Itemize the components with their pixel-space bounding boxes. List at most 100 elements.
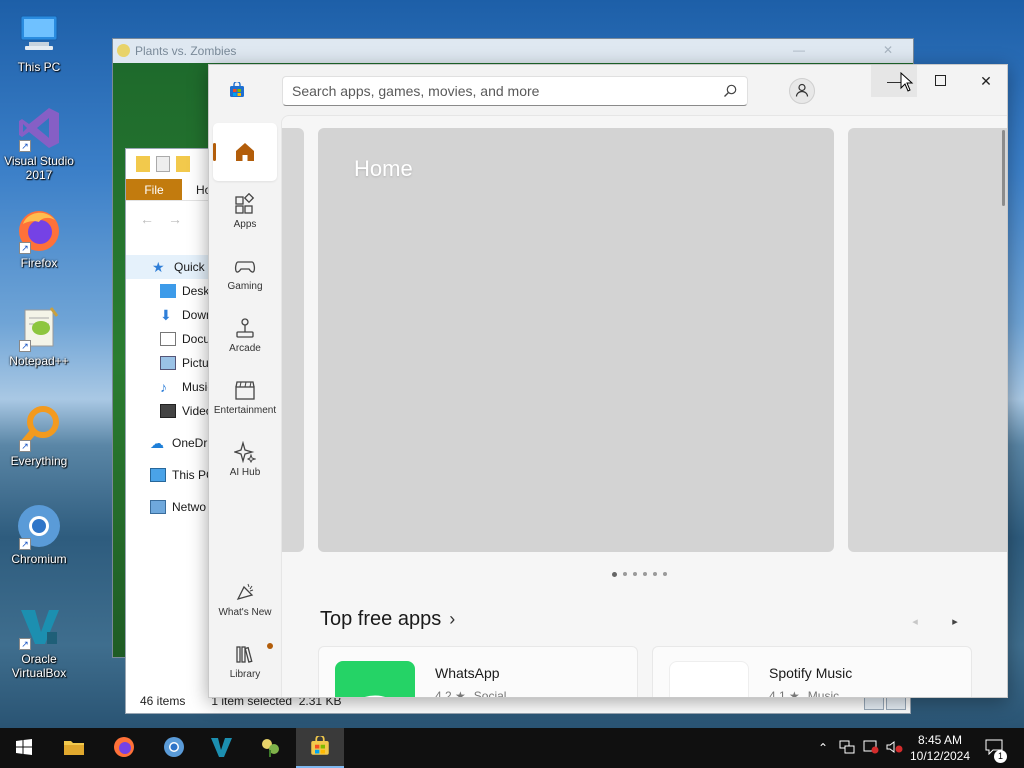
desktop-icon-everything[interactable]: ↗ Everything	[0, 404, 78, 468]
hero-carousel-next-slide[interactable]	[848, 128, 1007, 552]
carousel-dot[interactable]	[633, 572, 637, 576]
megaphone-icon	[234, 581, 256, 603]
nav-library[interactable]: Library	[213, 635, 277, 693]
carousel-dot[interactable]	[612, 572, 617, 577]
app-card-whatsapp[interactable]: WhatsApp 4.2 ★ Social	[318, 646, 638, 697]
mouse-cursor-icon	[900, 72, 914, 92]
nav-label: Entertainment	[213, 405, 277, 416]
nav-arcade[interactable]: Arcade	[213, 309, 277, 367]
shortcut-arrow-icon: ↗	[19, 242, 31, 254]
tray-security[interactable]	[860, 728, 882, 768]
windows-logo-icon	[16, 738, 32, 758]
desktop-folder-icon	[160, 284, 176, 298]
tree-item-music[interactable]: ♪ Music	[126, 375, 210, 399]
nav-entertainment[interactable]: Entertainment	[213, 371, 277, 429]
minimize-icon: —	[887, 73, 901, 89]
user-icon	[795, 83, 809, 100]
back-arrow-icon[interactable]: ←	[140, 211, 154, 227]
taskbar-virtualbox[interactable]	[198, 728, 246, 768]
shortcut-arrow-icon: ↗	[19, 638, 31, 650]
pvz-icon	[259, 736, 281, 761]
joystick-icon	[234, 317, 256, 339]
download-icon: ⬇	[160, 307, 172, 323]
firefox-icon	[113, 736, 135, 761]
store-icon	[310, 734, 330, 759]
app-card-spotify[interactable]: Spotify Music 4.1 ★ Music	[652, 646, 972, 697]
pvz-titlebar[interactable]: Plants vs. Zombies — ✕	[113, 39, 913, 63]
scroll-right-button[interactable]: ▸	[946, 612, 964, 630]
tree-item-videos[interactable]: Video	[126, 399, 210, 423]
chromium-icon: ↗	[15, 502, 63, 550]
desktop-icon-firefox[interactable]: ↗ Firefox	[0, 206, 78, 270]
account-button[interactable]	[789, 78, 815, 104]
maximize-button[interactable]	[917, 65, 963, 97]
tree-item-documents[interactable]: Docu	[126, 327, 210, 351]
microsoft-store-window[interactable]: — ✕ Apps Gaming Arcade	[208, 64, 1008, 698]
close-button[interactable]: ✕	[963, 65, 1007, 97]
taskbar-store[interactable]	[296, 728, 344, 768]
whatsapp-logo-icon	[335, 661, 415, 697]
folder-icon	[63, 738, 85, 759]
tree-item-onedrive[interactable]: ☁ OneDri	[126, 431, 210, 455]
video-icon	[160, 404, 176, 418]
store-search-box[interactable]	[282, 76, 748, 106]
nav-apps[interactable]: Apps	[213, 185, 277, 243]
desktop-icon-this-pc[interactable]: This PC	[0, 10, 78, 74]
hero-banner[interactable]: Home	[318, 128, 834, 552]
nav-label: Apps	[233, 219, 257, 230]
search-input[interactable]	[292, 83, 712, 99]
notepadpp-icon: ↗	[15, 304, 63, 352]
app-name: WhatsApp	[435, 665, 500, 681]
desktop-icon-virtualbox[interactable]: ↗ Oracle VirtualBox	[0, 602, 78, 680]
shortcut-arrow-icon: ↗	[19, 538, 31, 550]
navigation-pane: ★ Quick a Deskt ⬇ Down Docu Pictu ♪ Musi…	[126, 255, 210, 519]
nav-ai-hub[interactable]: AI Hub	[213, 433, 277, 491]
shortcut-arrow-icon: ↗	[19, 340, 31, 352]
taskbar-file-explorer[interactable]	[50, 728, 98, 768]
library-icon	[234, 643, 256, 665]
carousel-dot[interactable]	[643, 572, 647, 576]
forward-arrow-icon[interactable]: →	[168, 211, 182, 227]
content-scrollbar[interactable]	[1002, 130, 1005, 206]
start-button[interactable]	[0, 728, 48, 768]
action-center-button[interactable]: 1	[982, 728, 1007, 768]
hero-carousel-prev-slide[interactable]	[282, 128, 304, 552]
desktop-icon-visual-studio[interactable]: ↗ Visual Studio 2017	[0, 104, 78, 182]
clock-time: 8:45 AM	[917, 733, 963, 747]
desktop-icon-label: This PC	[17, 60, 61, 74]
pvz-close-button[interactable]: ✕	[883, 43, 893, 57]
store-titlebar[interactable]: — ✕	[209, 65, 1007, 115]
carousel-dot[interactable]	[623, 572, 627, 576]
tree-item-pictures[interactable]: Pictu	[126, 351, 210, 375]
taskbar-pvz[interactable]	[246, 728, 294, 768]
tray-network[interactable]	[836, 728, 858, 768]
store-content: Home Top free apps › ◂ ▸ WhatsApp 4.2 ★ S…	[281, 115, 1007, 697]
app-meta: 4.2 ★ Social	[435, 689, 507, 697]
taskbar-firefox[interactable]	[100, 728, 148, 768]
desktop-icon-notepadpp[interactable]: ↗ Notepad++	[0, 304, 78, 368]
show-hidden-icons-button[interactable]: ⌃	[814, 728, 832, 768]
pvz-minimize-button[interactable]: —	[793, 43, 805, 57]
search-icon[interactable]	[723, 84, 737, 98]
tree-item-quick-access[interactable]: ★ Quick a	[126, 255, 210, 279]
scroll-left-button[interactable]: ◂	[906, 612, 924, 630]
nav-whats-new[interactable]: What's New	[213, 573, 277, 631]
nav-gaming[interactable]: Gaming	[213, 247, 277, 305]
app-meta: 4.1 ★ Music	[769, 689, 840, 697]
tree-item-network[interactable]: Netwo	[126, 495, 210, 519]
carousel-dot[interactable]	[653, 572, 657, 576]
tree-item-downloads[interactable]: ⬇ Down	[126, 303, 210, 327]
new-folder-icon[interactable]	[176, 156, 190, 172]
desktop-icon-chromium[interactable]: ↗ Chromium	[0, 502, 78, 566]
top-free-apps-heading[interactable]: Top free apps ›	[320, 608, 455, 631]
chromium-icon	[163, 736, 185, 761]
properties-icon[interactable]	[156, 156, 170, 172]
tree-item-desktop[interactable]: Deskt	[126, 279, 210, 303]
shortcut-arrow-icon: ↗	[19, 440, 31, 452]
taskbar-clock[interactable]: 8:45 AM 10/12/2024	[900, 732, 980, 764]
file-tab[interactable]: File	[126, 179, 182, 200]
tree-item-this-pc[interactable]: This PC	[126, 463, 210, 487]
taskbar-chromium[interactable]	[150, 728, 198, 768]
carousel-dot[interactable]	[663, 572, 667, 576]
nav-home[interactable]	[213, 123, 277, 181]
